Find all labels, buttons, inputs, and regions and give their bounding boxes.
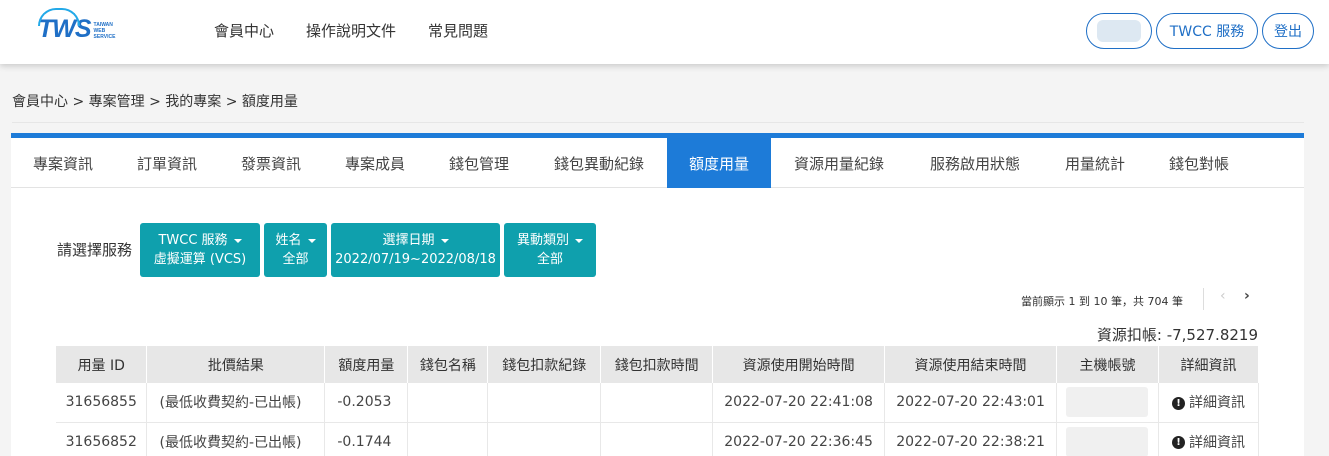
host-account-cell [1056, 422, 1159, 456]
blurred-host-account [1066, 387, 1149, 418]
start-time-cell: 2022-07-20 22:36:45 [712, 422, 886, 456]
caret-down-icon [440, 238, 449, 243]
main-nav: 會員中心 操作說明文件 常見問題 [214, 20, 520, 41]
pricing-result-cell: (最低收費契約-已出帳) [146, 422, 326, 456]
col-wallet-deduct-record[interactable]: 錢包扣款紀錄 [487, 346, 602, 383]
pagination-divider [1203, 288, 1204, 310]
service-filter-dropdown[interactable]: TWCC 服務 虛擬運算 (VCS) [140, 223, 260, 277]
info-icon: ! [1171, 436, 1185, 449]
twcc-service-button[interactable]: TWCC 服務 [1156, 13, 1258, 49]
col-pricing-result[interactable]: 批價結果 [146, 346, 326, 383]
table-header-row: 用量 ID 批價結果 額度用量 錢包名稱 錢包扣款紀錄 錢包扣款時間 資源使用開… [56, 346, 1260, 383]
tab-service-status[interactable]: 服務啟用狀態 [907, 138, 1043, 188]
col-usage-id[interactable]: 用量 ID [56, 346, 148, 383]
pricing-result-cell: (最低收費契約-已出帳) [146, 383, 326, 423]
tab-project-members[interactable]: 專案成員 [323, 138, 427, 188]
tab-resource-usage-log[interactable]: 資源用量紀錄 [771, 138, 907, 188]
usage-cell: -0.2053 [324, 383, 409, 423]
usage-id-cell: 31656855 [56, 383, 148, 423]
blurred-username [1097, 20, 1141, 42]
col-quota-usage[interactable]: 額度用量 [324, 346, 409, 383]
end-time-cell: 2022-07-20 22:43:01 [884, 383, 1057, 423]
col-wallet-deduct-time[interactable]: 錢包扣款時間 [600, 346, 714, 383]
col-wallet-name[interactable]: 錢包名稱 [407, 346, 489, 383]
table-row: 31656855 (最低收費契約-已出帳) -0.2053 2022-07-20… [56, 383, 1260, 423]
tab-project-info[interactable]: 專案資訊 [11, 138, 115, 188]
deduct-time-cell [600, 422, 714, 456]
detail-link[interactable]: ! 詳細資訊 [1158, 422, 1260, 456]
logout-button[interactable]: 登出 [1262, 13, 1314, 49]
filter-label: 請選擇服務 [57, 241, 133, 259]
col-end-time[interactable]: 資源使用結束時間 [884, 346, 1057, 383]
detail-link[interactable]: ! 詳細資訊 [1158, 383, 1260, 423]
tab-wallet-reconciliation[interactable]: 錢包對帳 [1147, 138, 1251, 188]
tab-usage-stats[interactable]: 用量統計 [1043, 138, 1147, 188]
deduct-record-cell [487, 422, 602, 456]
chevron-right-icon[interactable]: › [1244, 288, 1250, 304]
tab-invoice-info[interactable]: 發票資訊 [219, 138, 323, 188]
tab-order-info[interactable]: 訂單資訊 [115, 138, 219, 188]
deduct-record-cell [487, 383, 602, 423]
breadcrumb: 會員中心 > 專案管理 > 我的專案 > 額度用量 [12, 94, 298, 110]
date-filter-dropdown[interactable]: 選擇日期 2022/07/19~2022/08/18 [331, 223, 500, 277]
project-tabs: 專案資訊 訂單資訊 發票資訊 專案成員 錢包管理 錢包異動紀錄 額度用量 資源用… [11, 138, 1304, 188]
wallet-name-cell [407, 422, 489, 456]
logo-subtitle: TAIWAN WEB SERVICE [93, 22, 116, 40]
usage-id-cell: 31656852 [56, 422, 148, 456]
usage-cell: -0.1744 [324, 422, 409, 456]
user-account-button[interactable] [1086, 13, 1152, 49]
info-icon: ! [1171, 396, 1185, 410]
cloud-arc-icon [38, 8, 80, 26]
blurred-host-account [1066, 426, 1149, 456]
chevron-left-icon[interactable]: ‹ [1220, 288, 1226, 304]
tws-logo[interactable]: TWS TAIWAN WEB SERVICE [38, 8, 116, 46]
quota-usage-panel: 專案資訊 訂單資訊 發票資訊 專案成員 錢包管理 錢包異動紀錄 額度用量 資源用… [11, 133, 1304, 456]
nav-docs[interactable]: 操作說明文件 [306, 20, 396, 41]
deduct-time-cell [600, 383, 714, 423]
quota-usage-table: 用量 ID 批價結果 額度用量 錢包名稱 錢包扣款紀錄 錢包扣款時間 資源使用開… [56, 346, 1260, 456]
top-header: TWS TAIWAN WEB SERVICE 會員中心 操作說明文件 常見問題 … [0, 0, 1329, 64]
wallet-name-cell [407, 383, 489, 423]
end-time-cell: 2022-07-20 22:38:21 [884, 422, 1057, 456]
breadcrumb-divider [12, 122, 1304, 123]
caret-down-icon [307, 238, 316, 243]
col-start-time[interactable]: 資源使用開始時間 [712, 346, 886, 383]
table-row: 31656852 (最低收費契約-已出帳) -0.1744 2022-07-20… [56, 422, 1260, 456]
resource-deduction-total: 資源扣帳: -7,527.8219 [1096, 326, 1258, 344]
nav-member-center[interactable]: 會員中心 [214, 20, 274, 41]
tab-wallet-management[interactable]: 錢包管理 [427, 138, 531, 188]
nav-faq[interactable]: 常見問題 [428, 20, 488, 41]
name-filter-dropdown[interactable]: 姓名 全部 [264, 223, 327, 277]
caret-down-icon [575, 238, 583, 243]
caret-down-icon [233, 238, 242, 243]
start-time-cell: 2022-07-20 22:41:08 [712, 383, 886, 423]
host-account-cell [1056, 383, 1159, 423]
tab-wallet-change-log[interactable]: 錢包異動紀錄 [531, 138, 667, 188]
change-type-filter-dropdown[interactable]: 異動類別 全部 [504, 223, 596, 277]
col-details: 詳細資訊 [1158, 346, 1260, 383]
tab-quota-usage[interactable]: 額度用量 [667, 138, 771, 188]
col-host-account[interactable]: 主機帳號 [1056, 346, 1159, 383]
pagination-info: 當前顯示 1 到 10 筆，共 704 筆 [1021, 295, 1183, 308]
